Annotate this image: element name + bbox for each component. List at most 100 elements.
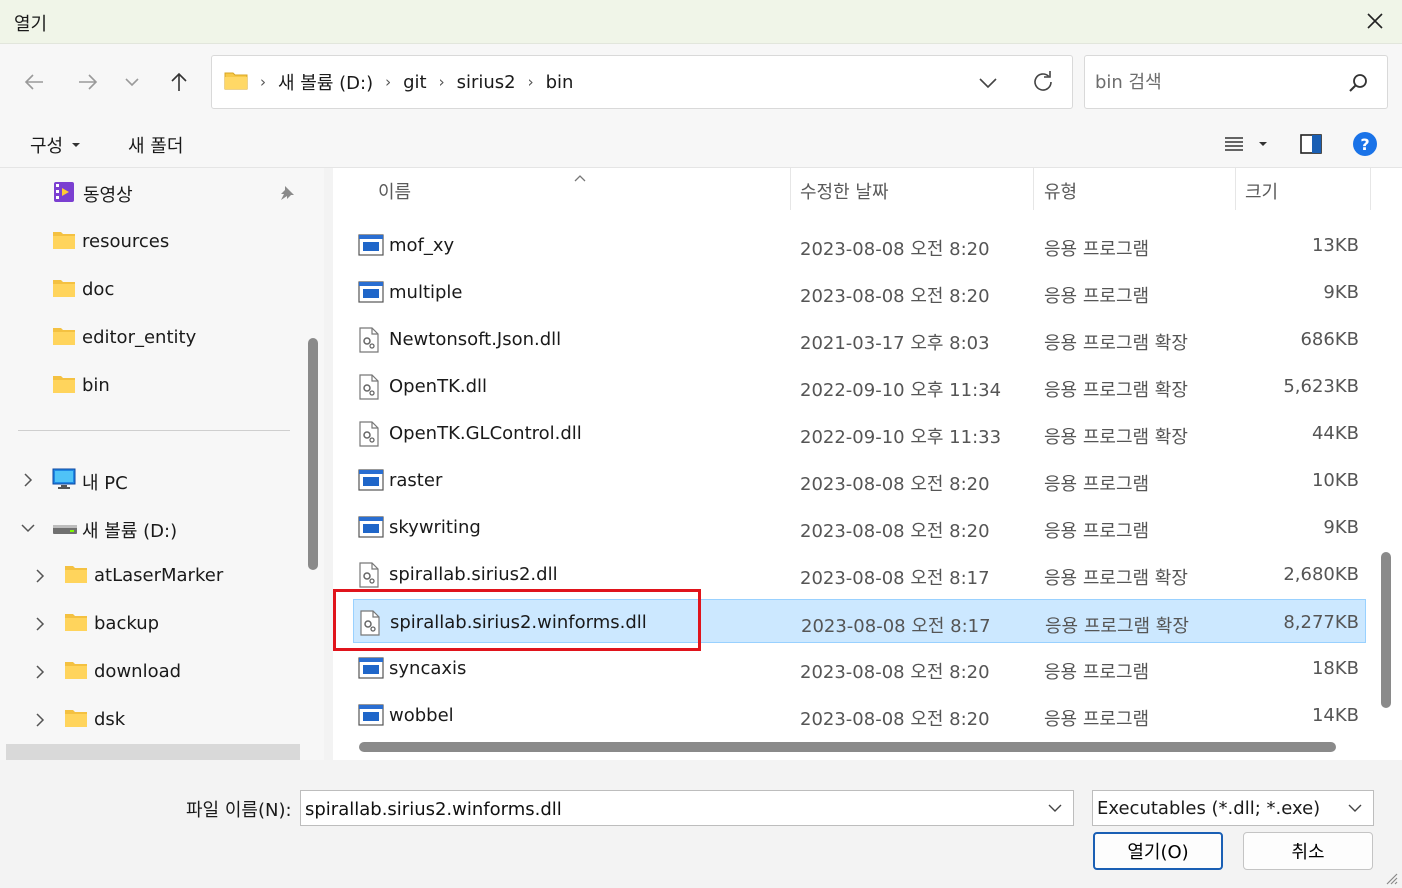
search-box[interactable] [1084, 55, 1388, 109]
file-row[interactable]: mof_xy 2023-08-08 오전 8:20 응용 프로그램 13KB [333, 223, 1365, 267]
refresh-icon[interactable] [1030, 69, 1056, 95]
caret-down-icon [72, 143, 81, 147]
view-options-icon[interactable] [1224, 130, 1244, 158]
column-divider[interactable] [1235, 168, 1236, 210]
window-title: 열기 [14, 14, 48, 35]
close-icon[interactable] [1362, 8, 1388, 34]
folder-icon [52, 230, 76, 254]
file-row[interactable]: raster 2023-08-08 오전 8:20 응용 프로그램 10KB [333, 458, 1365, 502]
sidebar-item-bin[interactable]: bin [0, 364, 300, 408]
recent-locations-chevron-icon[interactable] [116, 66, 148, 98]
sidebar-item-doc[interactable]: doc [0, 268, 300, 312]
sidebar-item-label: editor_entity [82, 327, 197, 348]
breadcrumb-item[interactable]: sirius2 [457, 72, 516, 93]
file-name: wobbel [389, 705, 454, 726]
file-type: 응용 프로그램 확장 [1045, 616, 1189, 637]
open-button[interactable]: 열기(O) [1093, 832, 1223, 870]
back-arrow-icon[interactable] [18, 66, 50, 98]
dll-file-icon [358, 327, 384, 353]
vertical-scrollbar[interactable] [1381, 552, 1391, 708]
cancel-button[interactable]: 취소 [1243, 832, 1373, 870]
sidebar-item-editor-entity[interactable]: editor_entity [0, 316, 300, 360]
column-divider[interactable] [1033, 168, 1034, 210]
file-date: 2023-08-08 오전 8:20 [800, 521, 990, 542]
filename-input[interactable] [305, 795, 1035, 823]
folder-icon [52, 374, 76, 398]
file-size: 13KB [1311, 235, 1359, 256]
forward-arrow-icon[interactable] [72, 66, 104, 98]
file-date: 2023-08-08 오전 8:20 [800, 709, 990, 730]
breadcrumb-separator-icon: › [260, 73, 266, 91]
help-icon[interactable]: ? [1352, 130, 1378, 158]
file-row[interactable]: Newtonsoft.Json.dll 2021-03-17 오후 8:03 응용 … [333, 317, 1365, 361]
sidebar-item-label: 내 PC [82, 473, 128, 494]
folder-icon [64, 612, 88, 636]
file-date: 2023-08-08 오전 8:20 [800, 662, 990, 683]
file-row[interactable]: wobbel 2023-08-08 오전 8:20 응용 프로그램 14KB [333, 693, 1365, 737]
column-header-type[interactable]: 유형 [1044, 178, 1077, 204]
column-divider[interactable] [1370, 168, 1371, 210]
application-icon [358, 280, 384, 306]
view-options-caret-icon[interactable] [1258, 130, 1268, 158]
sidebar-scrollbar[interactable] [308, 338, 318, 570]
chevron-down-icon[interactable] [1045, 798, 1065, 818]
sidebar-item-atlasermarker[interactable]: atLaserMarker [0, 554, 300, 598]
chevron-right-icon[interactable] [32, 616, 48, 632]
filename-combobox[interactable] [300, 790, 1074, 826]
application-icon [358, 515, 384, 541]
sidebar-item-this-pc[interactable]: 내 PC [0, 458, 300, 502]
address-dropdown-icon[interactable] [976, 70, 1000, 94]
preview-pane-icon[interactable] [1300, 130, 1322, 158]
file-size: 9KB [1323, 517, 1359, 538]
sidebar-item-backup[interactable]: backup [0, 602, 300, 646]
organize-label: 구성 [30, 136, 64, 157]
column-header-name[interactable]: 이름 [378, 178, 411, 204]
file-row[interactable]: OpenTK.GLControl.dll 2022-09-10 오후 11:33 응… [333, 411, 1365, 455]
chevron-right-icon[interactable] [32, 568, 48, 584]
chevron-right-icon[interactable] [32, 664, 48, 680]
folder-icon [52, 278, 76, 302]
file-size: 686KB [1300, 329, 1359, 350]
file-type: 응용 프로그램 [1044, 474, 1150, 495]
sidebar-item-label: resources [82, 231, 170, 252]
file-row[interactable]: skywriting 2023-08-08 오전 8:20 응용 프로그램 9KB [333, 505, 1365, 549]
file-type-filter-select[interactable]: Executables (*.dll; *.exe) [1092, 790, 1374, 826]
file-date: 2022-09-10 오후 11:33 [800, 427, 1002, 448]
organize-button[interactable]: 구성 [30, 132, 81, 158]
breadcrumb-item[interactable]: git [403, 72, 426, 93]
sidebar-item-label: bin [82, 375, 110, 396]
sidebar-item-dsk[interactable]: dsk [0, 698, 300, 742]
horizontal-scrollbar[interactable] [359, 742, 1336, 752]
chevron-down-icon[interactable] [1345, 798, 1365, 818]
column-header-date[interactable]: 수정한 날짜 [800, 178, 889, 204]
chevron-down-icon[interactable] [20, 520, 36, 536]
search-input[interactable] [1095, 68, 1335, 96]
breadcrumb-item[interactable]: 새 볼륨 (D:) [278, 69, 373, 95]
sidebar-item-videos[interactable]: 동영상 [0, 170, 300, 214]
sidebar-item-resources[interactable]: resources [0, 220, 300, 264]
file-type: 응용 프로그램 [1044, 239, 1150, 260]
sidebar-item-drive-d[interactable]: 새 볼륨 (D:) [0, 506, 300, 550]
breadcrumb-item[interactable]: bin [546, 72, 574, 93]
column-header-size[interactable]: 크기 [1245, 178, 1278, 204]
breadcrumb-separator-icon: › [385, 73, 392, 91]
file-row[interactable]: multiple 2023-08-08 오전 8:20 응용 프로그램 9KB [333, 270, 1365, 314]
sidebar-partial-selected-item[interactable] [6, 744, 300, 760]
file-name: syncaxis [389, 658, 467, 679]
address-bar[interactable]: › 새 볼륨 (D:) › git › sirius2 › bin [211, 55, 1073, 109]
column-divider[interactable] [790, 168, 791, 210]
resize-grip-icon[interactable] [1384, 870, 1398, 885]
file-size: 14KB [1311, 705, 1359, 726]
file-row[interactable]: syncaxis 2023-08-08 오전 8:20 응용 프로그램 18KB [333, 646, 1365, 690]
sidebar-item-label: 동영상 [83, 185, 133, 206]
breadcrumb-separator-icon: › [438, 73, 445, 91]
video-folder-icon [52, 180, 76, 204]
chevron-right-icon[interactable] [32, 712, 48, 728]
new-folder-button[interactable]: 새 폴더 [128, 132, 183, 158]
search-icon[interactable] [1347, 72, 1369, 94]
file-row[interactable]: OpenTK.dll 2022-09-10 오후 11:34 응용 프로그램 확장 5… [333, 364, 1365, 408]
sidebar-item-download[interactable]: download [0, 650, 300, 694]
pin-icon[interactable] [278, 184, 296, 202]
chevron-right-icon[interactable] [20, 472, 36, 488]
up-arrow-icon[interactable] [163, 66, 195, 98]
